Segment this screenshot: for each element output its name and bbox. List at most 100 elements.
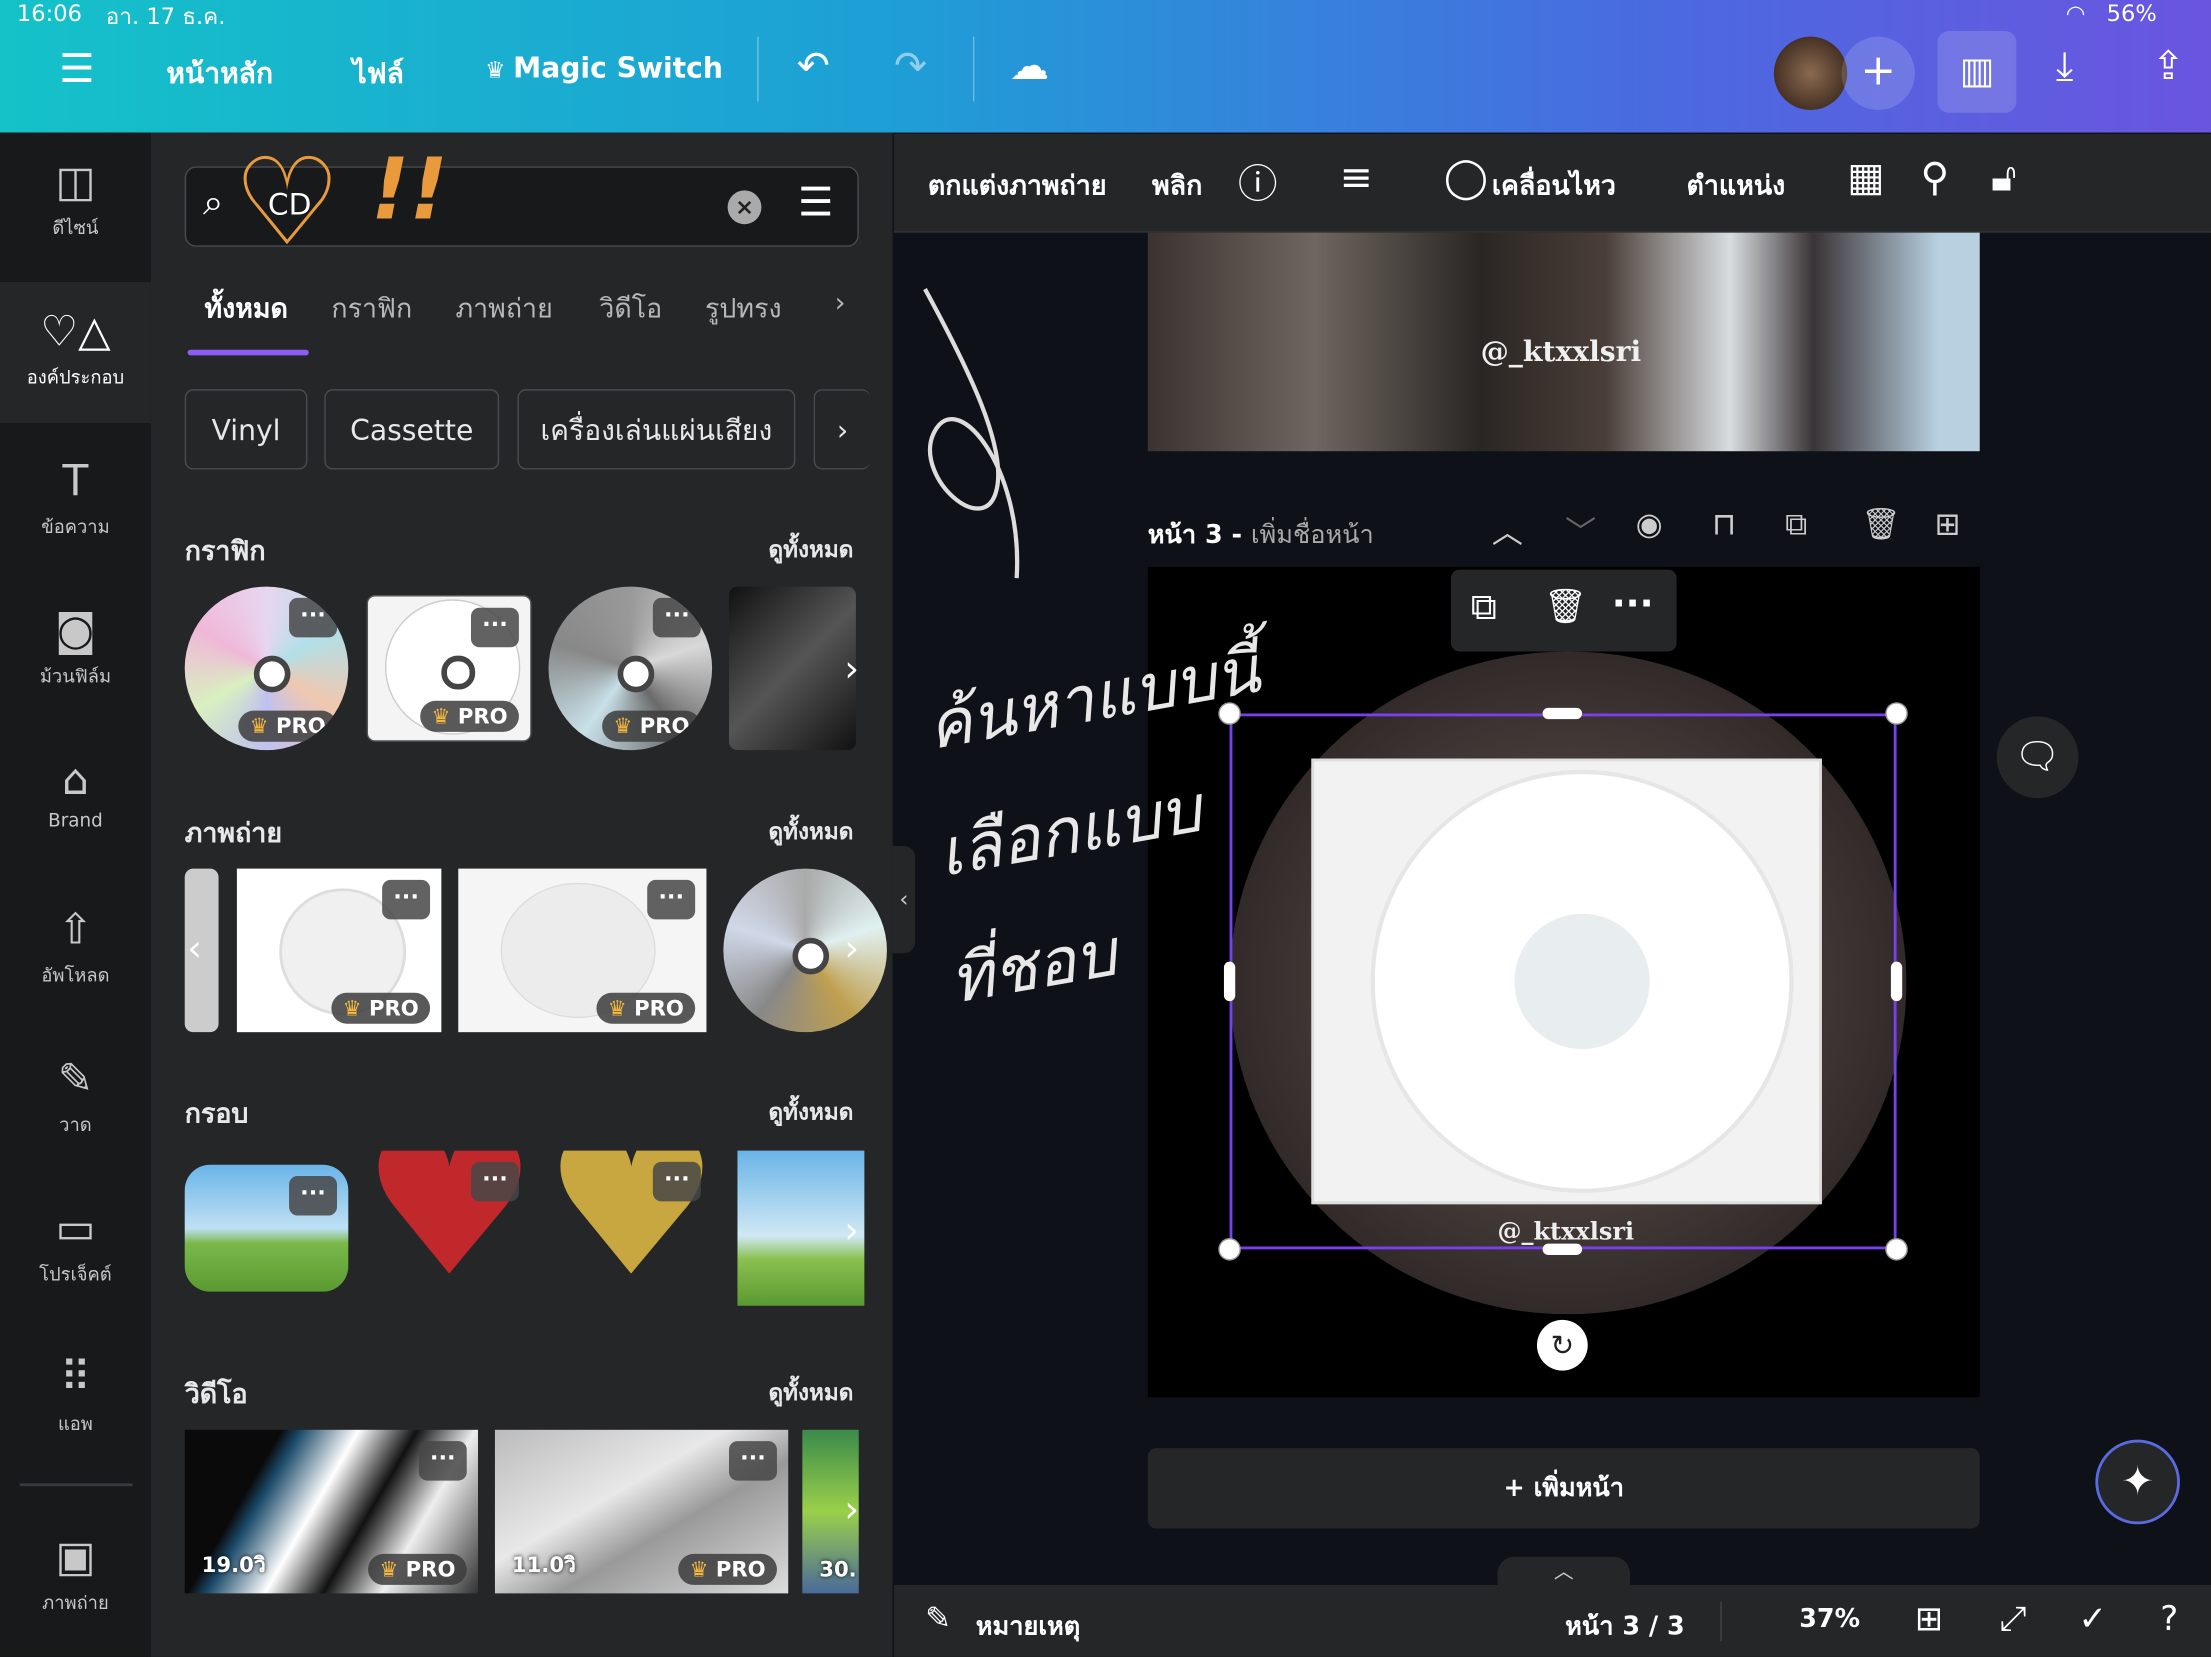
chip-vinyl[interactable]: Vinyl	[184, 389, 308, 470]
graphic-item[interactable]: ··· ♛ PRO	[366, 595, 532, 742]
undo-icon[interactable]: ↶	[797, 42, 830, 89]
notes-button[interactable]: หมายเหตุ	[976, 1605, 1080, 1646]
expand-pages-icon[interactable]: ︿	[1497, 1556, 1631, 1588]
sidebar-item-brand[interactable]: ⌂ Brand	[0, 730, 151, 871]
scroll-right-icon[interactable]: ›	[831, 1489, 873, 1531]
redo-icon[interactable]: ↷	[894, 42, 927, 89]
hide-page-icon[interactable]: ◉	[1636, 508, 1663, 543]
scroll-right-icon[interactable]: ›	[831, 1210, 873, 1252]
add-page-button[interactable]: + เพิ่มหน้า	[1147, 1448, 1980, 1529]
more-icon[interactable]: ···	[652, 597, 701, 638]
analytics-icon[interactable]: ▥	[1937, 31, 2017, 113]
tab-shapes[interactable]: รูปทรง	[705, 288, 782, 330]
scroll-right-icon[interactable]: ›	[831, 649, 873, 691]
notes-icon[interactable]: ✎	[925, 1602, 951, 1637]
clear-search-icon[interactable]: ×	[727, 190, 762, 225]
delete-page-icon[interactable]: 🗑︎	[1861, 508, 1900, 543]
zoom-level[interactable]: 37%	[1799, 1605, 1860, 1635]
video-item[interactable]: ··· 11.0วิ ♛ PRO	[494, 1429, 789, 1594]
sidebar-item-text[interactable]: T ข้อความ	[0, 431, 151, 572]
resize-handle[interactable]	[1218, 1238, 1241, 1261]
page-down-icon[interactable]: ﹀	[1565, 508, 1596, 553]
more-icon[interactable]: ···	[470, 607, 519, 648]
lock-icon[interactable]: 🔓︎	[1991, 154, 2017, 202]
more-icon[interactable]: ···	[382, 879, 431, 920]
flip-button[interactable]: พลิก	[1152, 165, 1202, 207]
magic-sparkle-icon[interactable]: ✦	[2095, 1439, 2180, 1525]
edit-photo-button[interactable]: ตกแต่งภาพถ่าย	[928, 165, 1107, 207]
see-all-photos[interactable]: ดูทั้งหมด	[768, 815, 853, 850]
see-all-frames[interactable]: ดูทั้งหมด	[768, 1096, 853, 1131]
hamburger-icon[interactable]: ☰	[59, 45, 94, 92]
selection-box[interactable]	[1229, 713, 1897, 1250]
scroll-right-icon[interactable]: ›	[831, 928, 873, 970]
see-all-graphics[interactable]: ดูทั้งหมด	[768, 533, 853, 568]
more-icon[interactable]: ···	[418, 1441, 467, 1481]
page-indicator[interactable]: หน้า 3 / 3	[1565, 1605, 1684, 1646]
cloud-icon[interactable]: ☁	[1010, 42, 1049, 89]
comment-add-icon[interactable]: 🗨︎	[1996, 716, 2079, 799]
duplicate-icon[interactable]: ⧉	[1471, 587, 1497, 631]
more-icon[interactable]: ···	[1612, 584, 1654, 626]
transparency-icon[interactable]: ▦	[1847, 154, 1884, 201]
sidebar-item-camera-roll[interactable]: ◙ ม้วนฟิล์ม	[0, 581, 151, 722]
tab-photos[interactable]: ภาพถ่าย	[455, 288, 552, 330]
magic-switch-button[interactable]: ♛ Magic Switch	[485, 51, 723, 85]
page-2-photo[interactable]: @_ktxxlsri	[1147, 232, 1980, 452]
fullscreen-icon[interactable]: ⤢	[1999, 1599, 2026, 1638]
graphic-item[interactable]: ··· ♛ PRO	[184, 586, 349, 751]
more-icon[interactable]: ···	[470, 1161, 519, 1202]
home-button[interactable]: หน้าหลัก	[166, 51, 273, 96]
more-icon[interactable]: ···	[289, 597, 338, 638]
more-icon[interactable]: ···	[729, 1441, 777, 1481]
sidebar-item-design[interactable]: ◫ ดีไซน์	[0, 133, 151, 274]
sidebar-item-photos[interactable]: ▣ ภาพถ่าย	[0, 1507, 151, 1648]
resize-handle[interactable]	[1223, 961, 1236, 1002]
chip-cassette[interactable]: Cassette	[324, 389, 500, 470]
grid-view-icon[interactable]: ⊞	[1915, 1599, 1943, 1638]
resize-handle[interactable]	[1890, 961, 1903, 1002]
see-all-videos[interactable]: ดูทั้งหมด	[768, 1376, 853, 1411]
resize-handle[interactable]	[1885, 702, 1908, 725]
sidebar-item-elements[interactable]: ♡△ องค์ประกอบ	[0, 282, 151, 424]
file-menu[interactable]: ไฟล์	[353, 51, 404, 96]
more-icon[interactable]: ···	[289, 1175, 338, 1216]
frame-item[interactable]: ···	[184, 1164, 349, 1292]
info-icon[interactable]: ⓘ	[1238, 154, 1278, 210]
tabs-next-icon[interactable]: ›	[835, 288, 846, 319]
transparency-lines-icon[interactable]: ≡	[1340, 154, 1373, 201]
plus-icon[interactable]: +	[1841, 36, 1915, 110]
page-name-input[interactable]: เพิ่มชื่อหน้า	[1251, 520, 1374, 550]
duplicate-page-icon[interactable]: ⧉	[1785, 508, 1807, 543]
video-item[interactable]: ··· 19.0วิ ♛ PRO	[184, 1429, 479, 1594]
add-page-icon[interactable]: ⊞	[1935, 508, 1961, 543]
paint-roller-icon[interactable]: ⚲	[1921, 154, 1950, 201]
photo-item[interactable]: ··· ♛ PRO	[236, 868, 442, 1033]
share-icon[interactable]: ⇪	[2152, 42, 2185, 89]
delete-icon[interactable]: 🗑︎	[1544, 587, 1587, 626]
avatar[interactable]	[1773, 36, 1848, 110]
frame-item[interactable]: ♥ ···	[549, 1151, 713, 1300]
sidebar-item-draw[interactable]: ✎ วาด	[0, 1029, 151, 1170]
page-up-icon[interactable]: ︿	[1492, 508, 1523, 553]
frame-item[interactable]: ♥ ···	[367, 1151, 531, 1300]
tab-videos[interactable]: วิดีโอ	[599, 288, 662, 330]
graphic-item[interactable]: ··· ♛ PRO	[548, 586, 713, 751]
check-icon[interactable]: ✓	[2078, 1599, 2106, 1638]
collapse-panel-handle[interactable]: ‹	[892, 846, 916, 954]
sidebar-item-projects[interactable]: ▭ โปรเจ็คต์	[0, 1179, 151, 1320]
more-icon[interactable]: ···	[647, 879, 696, 920]
lock-page-icon[interactable]: ⊓	[1712, 508, 1736, 543]
resize-handle[interactable]	[1542, 707, 1583, 720]
resize-handle[interactable]	[1542, 1243, 1583, 1255]
more-icon[interactable]: ···	[652, 1161, 701, 1202]
sidebar-item-apps[interactable]: ⠿ แอพ	[0, 1328, 151, 1469]
tab-all[interactable]: ทั้งหมด	[204, 288, 287, 330]
resize-handle[interactable]	[1885, 1238, 1908, 1261]
rotate-icon[interactable]: ↻	[1536, 1319, 1588, 1371]
filter-icon[interactable]: ☰	[798, 179, 833, 226]
download-icon[interactable]: ⤓	[2056, 42, 2073, 90]
animate-button[interactable]: เคลื่อนไหว	[1492, 165, 1616, 207]
tab-graphics[interactable]: กราฟิก	[331, 288, 412, 330]
sidebar-item-upload[interactable]: ⇧ อัพโหลด	[0, 880, 151, 1021]
